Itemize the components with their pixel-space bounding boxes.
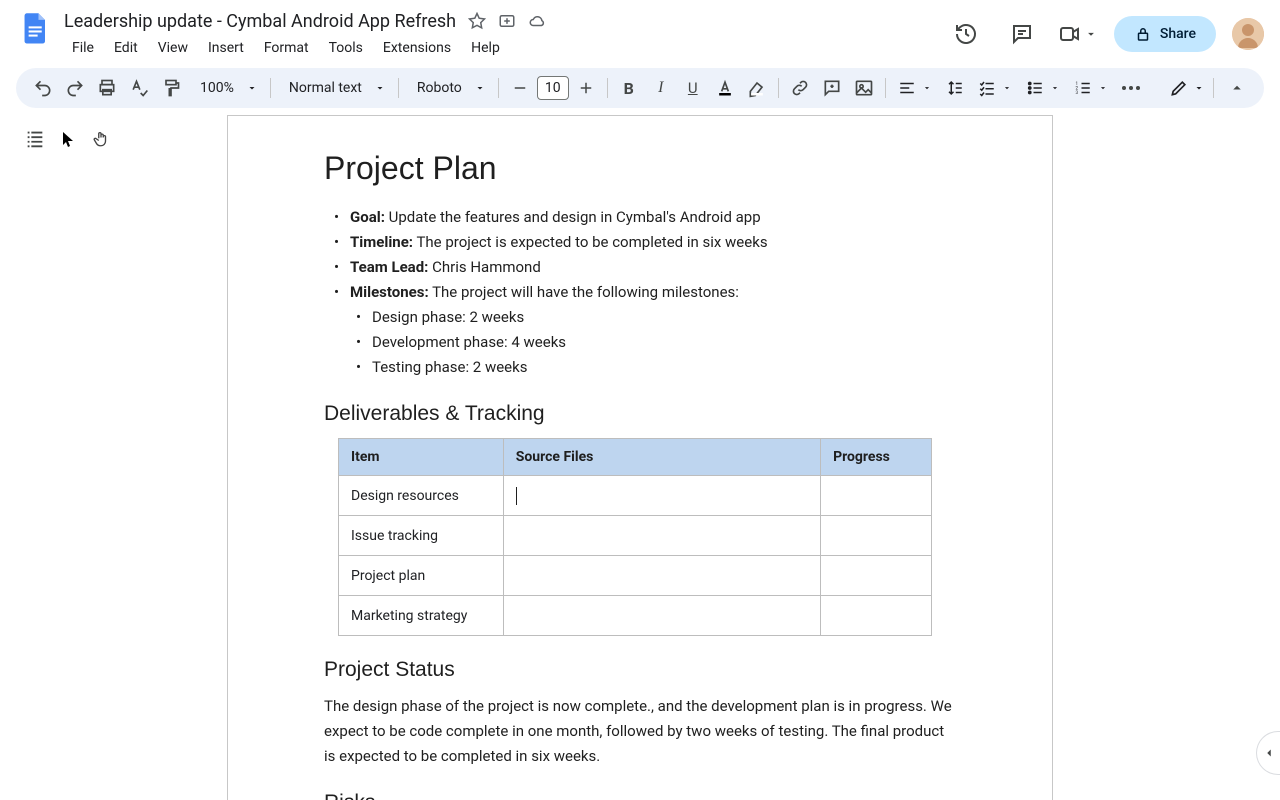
cloud-status-icon[interactable]: [528, 12, 546, 30]
spellcheck-button[interactable]: [124, 73, 154, 103]
menu-bar: File Edit View Insert Format Tools Exten…: [64, 36, 946, 60]
star-icon[interactable]: [468, 12, 486, 30]
list-item: Design phase: 2 weeks: [372, 305, 956, 330]
chevron-down-icon: [474, 82, 486, 94]
move-icon[interactable]: [498, 12, 516, 30]
menu-insert[interactable]: Insert: [200, 36, 252, 60]
heading-risks: Risks: [324, 791, 956, 800]
share-label: Share: [1160, 26, 1196, 42]
list-item: Development phase: 4 weeks: [372, 330, 956, 355]
list-item: Timeline: The project is expected to be …: [350, 230, 956, 255]
underline-button[interactable]: U: [678, 73, 708, 103]
zoom-select[interactable]: 100%: [188, 80, 264, 96]
comments-icon[interactable]: [1002, 14, 1042, 54]
svg-text:3: 3: [1075, 90, 1078, 96]
table-row: Issue tracking: [339, 516, 932, 556]
font-size-decrease[interactable]: [505, 73, 535, 103]
pencil-icon: [1169, 78, 1189, 98]
font-size-increase[interactable]: [571, 73, 601, 103]
highlight-button[interactable]: [742, 73, 772, 103]
text-cursor: [516, 487, 517, 505]
document-page[interactable]: Project Plan Goal: Update the features a…: [227, 115, 1053, 800]
chevron-down-icon: [246, 82, 258, 94]
align-select[interactable]: [892, 79, 938, 97]
bold-button[interactable]: B: [614, 73, 644, 103]
list-item: Team Lead: Chris Hammond: [350, 255, 956, 280]
deliverables-table: Item Source Files Progress Design resour…: [338, 438, 932, 636]
menu-extensions[interactable]: Extensions: [375, 36, 459, 60]
list-item: Milestones: The project will have the fo…: [350, 280, 956, 380]
italic-button[interactable]: I: [646, 73, 676, 103]
chevron-down-icon: [1084, 27, 1098, 41]
bullet-list-select[interactable]: [1020, 79, 1066, 97]
paint-format-button[interactable]: [156, 73, 186, 103]
heading-project-plan: Project Plan: [324, 150, 956, 187]
paragraph-style-select[interactable]: Normal text: [277, 80, 392, 96]
insert-image-button[interactable]: [849, 73, 879, 103]
collapse-toolbar-button[interactable]: [1222, 73, 1252, 103]
menu-view[interactable]: View: [150, 36, 196, 60]
font-size-input[interactable]: 10: [537, 76, 569, 100]
editing-mode-button[interactable]: [1169, 78, 1205, 98]
share-button[interactable]: Share: [1114, 16, 1216, 52]
table-row: Project plan: [339, 556, 932, 596]
lock-icon: [1134, 25, 1152, 43]
text-color-button[interactable]: [710, 73, 740, 103]
list-item: Testing phase: 2 weeks: [372, 355, 956, 380]
paragraph: The design phase of the project is now c…: [324, 694, 956, 769]
table-cell-active[interactable]: [503, 476, 820, 516]
doc-title[interactable]: Leadership update - Cymbal Android App R…: [64, 11, 456, 32]
insert-comment-button[interactable]: [817, 73, 847, 103]
menu-edit[interactable]: Edit: [106, 36, 146, 60]
undo-button[interactable]: [28, 73, 58, 103]
print-button[interactable]: [92, 73, 122, 103]
menu-tools[interactable]: Tools: [321, 36, 371, 60]
table-header: Item: [339, 439, 504, 476]
checklist-select[interactable]: [972, 79, 1018, 97]
numbered-list-select[interactable]: 123: [1068, 79, 1114, 97]
chevron-down-icon: [1193, 82, 1205, 94]
menu-format[interactable]: Format: [256, 36, 317, 60]
avatar[interactable]: [1232, 18, 1264, 50]
meet-button[interactable]: [1058, 22, 1098, 46]
docs-logo[interactable]: [16, 8, 56, 48]
table-header: Source Files: [503, 439, 820, 476]
table-row: Design resources: [339, 476, 932, 516]
insert-link-button[interactable]: [785, 73, 815, 103]
line-spacing-select[interactable]: [940, 79, 970, 97]
table-row: Marketing strategy: [339, 596, 932, 636]
font-family-select[interactable]: Roboto: [405, 80, 492, 96]
toolbar: 100% Normal text Roboto 10 B I U 123: [16, 68, 1264, 108]
table-header: Progress: [821, 439, 932, 476]
heading-status: Project Status: [324, 658, 956, 682]
more-toolbar-button[interactable]: [1116, 73, 1146, 103]
menu-help[interactable]: Help: [463, 36, 508, 60]
heading-deliverables: Deliverables & Tracking: [324, 402, 956, 426]
chevron-down-icon: [374, 82, 386, 94]
list-item: Goal: Update the features and design in …: [350, 205, 956, 230]
redo-button[interactable]: [60, 73, 90, 103]
menu-file[interactable]: File: [64, 36, 102, 60]
history-icon[interactable]: [946, 14, 986, 54]
